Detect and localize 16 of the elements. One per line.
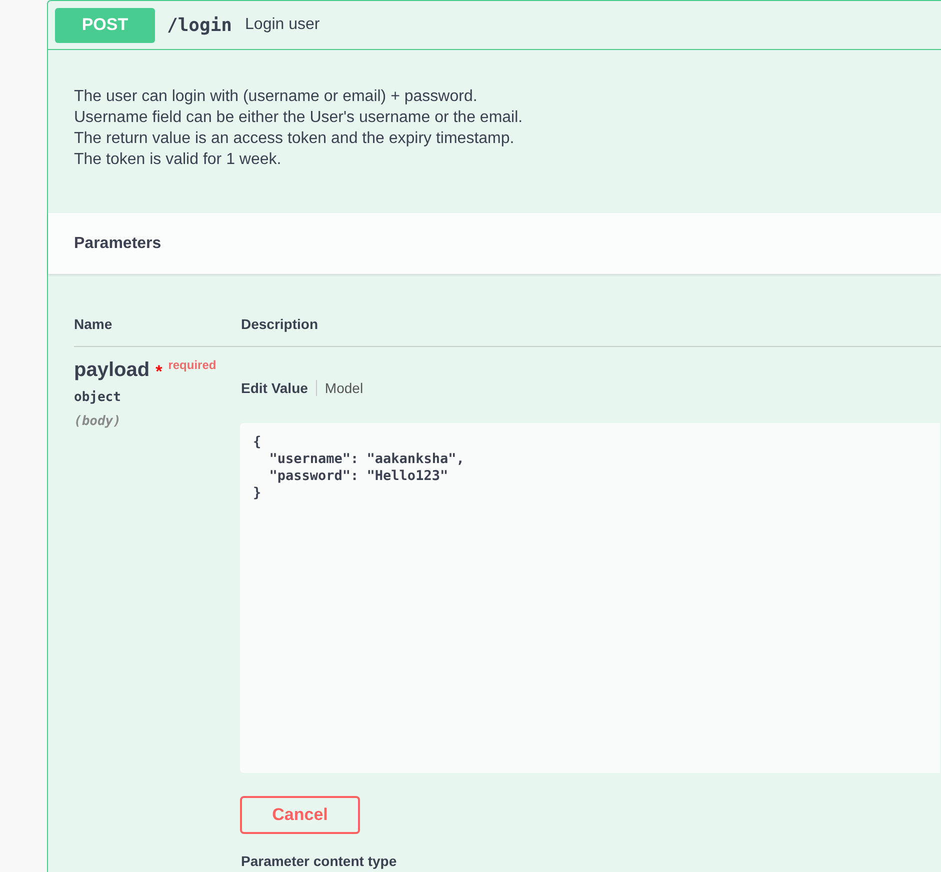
description-text: The user can login with (username or email) + password. Username field can be either the User's username or the email. The return value is an access token and the expiry timestamp. The token is valid for 1 week. — [74, 87, 524, 170]
column-header: Name — [74, 315, 114, 334]
parameter-name: payload — [74, 358, 150, 382]
method-badge: POST — [55, 8, 155, 42]
body-value-field[interactable]: { "username": "aakanksha", "password": "Hello123" } — [240, 423, 940, 773]
field-label: Parameter content type — [241, 853, 398, 869]
parameter-type: object — [74, 390, 122, 406]
column-header: Description — [241, 315, 318, 334]
section-title: Parameters — [74, 234, 162, 252]
tab[interactable]: Model — [324, 378, 364, 398]
endpoint-path: /login — [167, 14, 232, 36]
parameter-location: (body) — [74, 414, 122, 430]
endpoint-summary: Login user — [245, 16, 320, 34]
required-label: required — [168, 358, 216, 372]
tab[interactable]: Edit Value — [241, 378, 308, 398]
required-asterisk: * — [156, 363, 162, 380]
